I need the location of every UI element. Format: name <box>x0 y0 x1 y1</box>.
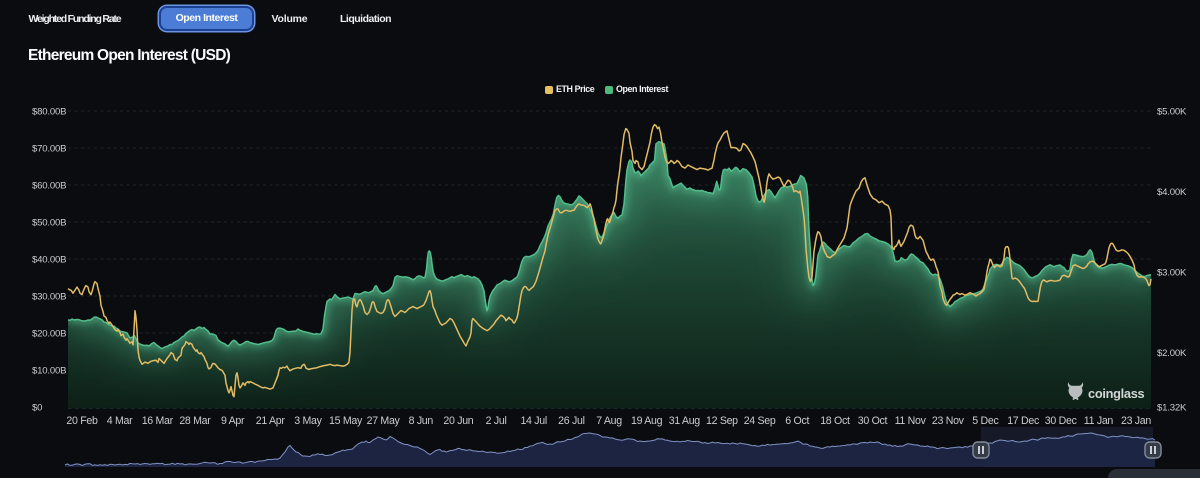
svg-text:8 Jun: 8 Jun <box>409 415 434 427</box>
svg-text:$70.00B: $70.00B <box>32 144 66 155</box>
svg-text:$0: $0 <box>32 403 42 414</box>
svg-text:11 Nov: 11 Nov <box>895 415 927 427</box>
svg-text:31 Aug: 31 Aug <box>669 415 701 427</box>
svg-text:19 Aug: 19 Aug <box>631 415 663 427</box>
svg-text:coinglass: coinglass <box>1088 386 1145 401</box>
svg-text:$10.00B: $10.00B <box>32 366 66 377</box>
svg-text:$2.00K: $2.00K <box>1157 348 1187 359</box>
svg-text:23 Jan: 23 Jan <box>1121 415 1151 427</box>
svg-text:$40.00B: $40.00B <box>32 255 66 266</box>
svg-text:15 May: 15 May <box>329 415 363 427</box>
svg-text:$3.00K: $3.00K <box>1157 268 1187 279</box>
svg-text:21 Apr: 21 Apr <box>256 415 286 427</box>
svg-text:12 Sep: 12 Sep <box>706 415 738 427</box>
svg-text:14 Jul: 14 Jul <box>520 415 546 427</box>
svg-text:3 May: 3 May <box>294 415 322 427</box>
svg-text:23 Nov: 23 Nov <box>932 415 965 427</box>
svg-text:$5.00K: $5.00K <box>1157 107 1187 118</box>
svg-text:$1.32K: $1.32K <box>1157 403 1187 414</box>
svg-text:$50.00B: $50.00B <box>32 218 66 229</box>
svg-text:18 Oct: 18 Oct <box>820 415 850 427</box>
svg-text:20 Jun: 20 Jun <box>443 415 473 427</box>
svg-text:5 Dec: 5 Dec <box>972 415 999 427</box>
svg-text:2 Jul: 2 Jul <box>486 415 507 427</box>
svg-text:28 Mar: 28 Mar <box>179 415 211 427</box>
svg-text:27 May: 27 May <box>367 415 401 427</box>
svg-text:20 Feb: 20 Feb <box>66 415 98 427</box>
svg-text:26 Jul: 26 Jul <box>558 415 584 427</box>
svg-text:17 Dec: 17 Dec <box>1007 415 1040 427</box>
svg-text:6 Oct: 6 Oct <box>785 415 809 427</box>
svg-text:7 Aug: 7 Aug <box>596 415 622 427</box>
svg-text:24 Sep: 24 Sep <box>744 415 776 427</box>
svg-text:4 Mar: 4 Mar <box>107 415 133 427</box>
svg-text:11 Jan: 11 Jan <box>1084 415 1114 427</box>
svg-text:$4.00K: $4.00K <box>1157 187 1187 198</box>
svg-text:$30.00B: $30.00B <box>32 292 66 303</box>
svg-text:30 Dec: 30 Dec <box>1045 415 1078 427</box>
svg-text:16 Mar: 16 Mar <box>142 415 174 427</box>
svg-text:$60.00B: $60.00B <box>32 181 66 192</box>
svg-text:30 Oct: 30 Oct <box>858 415 888 427</box>
svg-text:$20.00B: $20.00B <box>32 329 66 340</box>
svg-text:$80.00B: $80.00B <box>32 107 66 118</box>
svg-text:9 Apr: 9 Apr <box>221 415 245 427</box>
